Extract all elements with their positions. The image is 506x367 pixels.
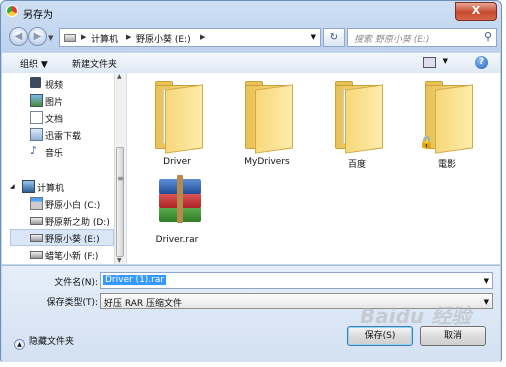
system-drive-icon [30, 197, 43, 210]
sidebar-item-music[interactable]: ♪ 音乐 [2, 143, 112, 160]
cancel-button[interactable]: 取消 [420, 326, 486, 346]
search-icon[interactable]: ⚲ [484, 30, 492, 43]
filetype-label: 保存类型(T): [46, 298, 98, 308]
breadcrumb-drive-e[interactable]: 野原小葵 (E:) [136, 32, 191, 45]
history-dropdown-icon[interactable]: ▼ [48, 34, 53, 42]
search-input[interactable]: 搜索 野原小葵 (E:) ⚲ [347, 28, 497, 47]
title-bar: 另存为 X [1, 1, 501, 23]
picture-icon [30, 94, 43, 107]
drive-icon [30, 217, 43, 225]
video-icon [30, 77, 41, 88]
file-list: Driver MyDrivers 百度 🔒 電影 Driver.rar [127, 73, 500, 264]
back-button[interactable]: ◀ [9, 27, 28, 46]
navigation-pane: 视频 图片 文档 迅雷下载 ♪ 音乐 ◢ 计算机 野原小白 (C:) 野原新之助… [2, 73, 127, 264]
address-dropdown-icon[interactable]: ▼ [311, 33, 316, 41]
sidebar-item-drive-d[interactable]: 野原新之助 (D:) [2, 212, 112, 229]
address-bar[interactable]: ▶ 计算机 ▶ 野原小葵 (E:) ▶ ▼ [59, 28, 321, 47]
chevron-right-icon[interactable]: ▶ [81, 33, 86, 41]
save-button[interactable]: 保存(S) [347, 326, 413, 346]
lock-icon: 🔒 [419, 135, 434, 149]
view-options-icon[interactable] [423, 57, 436, 68]
sidebar-item-thunder-downloads[interactable]: 迅雷下载 [2, 126, 112, 143]
filetype-value: 好压 RAR 压缩文件 [104, 299, 183, 309]
window-title: 另存为 [23, 10, 53, 21]
organize-menu[interactable]: 组织 ▼ [20, 57, 48, 70]
file-label: MyDrivers [244, 157, 290, 167]
filename-label: 文件名(N): [54, 278, 98, 288]
new-folder-button[interactable]: 新建文件夹 [72, 57, 117, 70]
view-dropdown-icon[interactable]: ▼ [443, 57, 448, 65]
file-item-driver[interactable]: Driver [137, 77, 217, 169]
music-icon: ♪ [30, 144, 38, 157]
sidebar-item-drive-c[interactable]: 野原小白 (C:) [2, 195, 112, 212]
watermark: Baidu 经验 [360, 304, 472, 328]
scrollbar-thumb[interactable] [116, 147, 124, 257]
chevron-right-icon[interactable]: ▶ [126, 33, 131, 41]
close-button[interactable]: X [455, 2, 497, 21]
collapse-arrow-icon[interactable]: ◢ [10, 183, 21, 194]
download-folder-icon [30, 128, 43, 141]
sidebar-scrollbar[interactable]: ▲ ≡ ▼ [114, 73, 126, 264]
folder-front [255, 84, 293, 154]
rar-strap [177, 175, 183, 223]
drive-icon [30, 234, 43, 242]
folder-front [345, 84, 383, 154]
file-label: 百度 [347, 160, 366, 170]
drive-icon [30, 251, 43, 259]
grip-icon: ≡ [117, 174, 124, 183]
scroll-down-icon[interactable]: ▼ [117, 257, 122, 264]
app-logo-icon [6, 5, 18, 17]
computer-icon [22, 180, 35, 193]
rar-archive-icon [155, 169, 207, 229]
sidebar-item-computer[interactable]: ◢ 计算机 [2, 178, 112, 195]
sidebar-item-drive-e[interactable]: 野原小葵 (E:) [10, 229, 114, 246]
sidebar-item-drive-f[interactable]: 蜡笔小新 (F:) [2, 246, 112, 263]
file-label: 電影 [437, 160, 456, 170]
sidebar-item-videos[interactable]: 视频 [2, 75, 112, 92]
sidebar-item-documents[interactable]: 文档 [2, 109, 112, 126]
file-item-mydrivers[interactable]: MyDrivers [227, 77, 307, 169]
folder-front [435, 84, 473, 154]
chevron-right-icon[interactable]: ▶ [200, 33, 205, 41]
file-label: Driver.rar [155, 235, 199, 245]
file-item-movies[interactable]: 🔒 電影 [407, 77, 487, 170]
scroll-up-icon[interactable]: ▲ [117, 73, 122, 80]
file-item-baidu[interactable]: 百度 [317, 77, 397, 170]
filename-value: Driver (1).rar [103, 275, 167, 285]
folder-front [165, 84, 203, 154]
forward-button[interactable]: ▶ [28, 27, 47, 46]
file-item-driver-rar[interactable]: Driver.rar [137, 163, 217, 255]
search-placeholder: 搜索 野原小葵 (E:) [354, 35, 430, 45]
refresh-button[interactable]: ↻ [323, 28, 345, 47]
filename-dropdown-icon[interactable]: ▼ [484, 277, 489, 285]
filename-input[interactable]: Driver (1).rar ▼ [100, 272, 493, 289]
document-icon [30, 111, 43, 124]
navigation-row: ◀ ▶ ▼ ▶ 计算机 ▶ 野原小葵 (E:) ▶ ▼ ↻ 搜索 野原小葵 (E… [1, 25, 501, 49]
help-icon[interactable]: ? [475, 56, 488, 69]
breadcrumb-computer[interactable]: 计算机 [91, 32, 118, 45]
filetype-dropdown-icon[interactable]: ▼ [484, 298, 489, 306]
collapse-icon: ▲ [14, 339, 25, 350]
sidebar-item-pictures[interactable]: 图片 [2, 92, 112, 109]
drive-icon [64, 34, 76, 42]
command-toolbar: 组织 ▼ 新建文件夹 ▼ ? [2, 52, 500, 74]
hide-folders-label: 隐藏文件夹 [29, 337, 75, 347]
hide-folders-toggle[interactable]: ▲ 隐藏文件夹 [14, 334, 74, 350]
